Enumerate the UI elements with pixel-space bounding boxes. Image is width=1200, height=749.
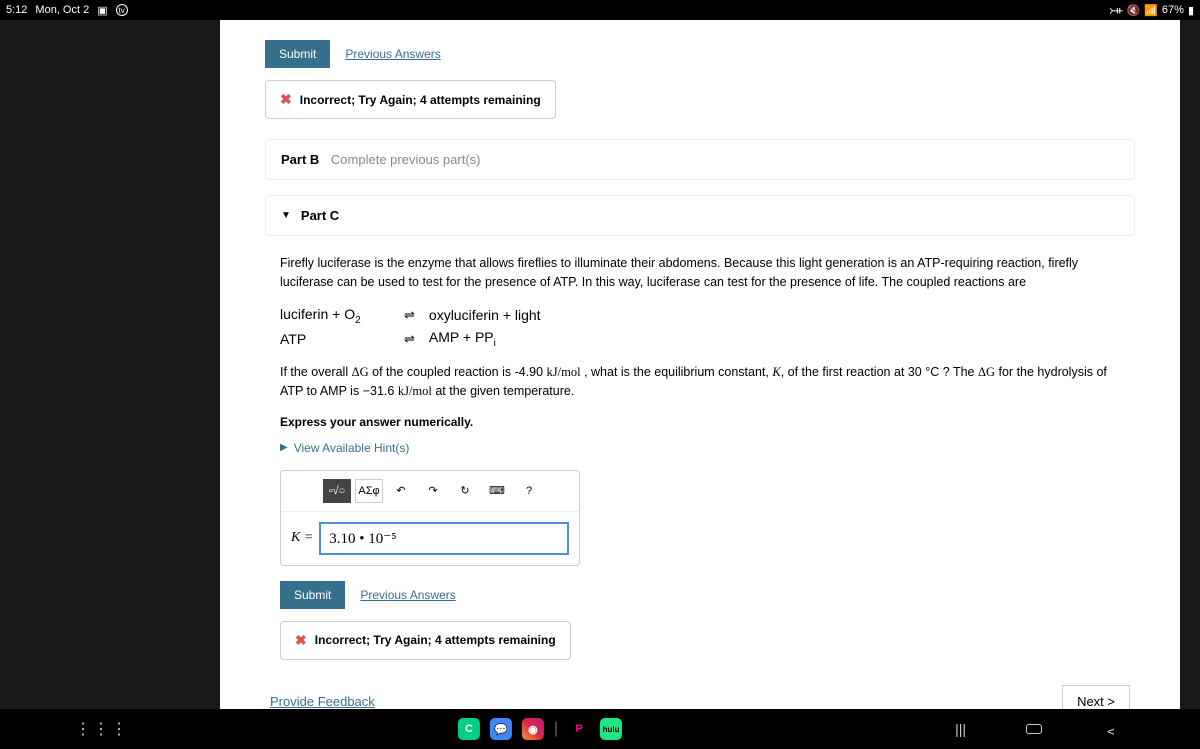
tv-icon: tv	[116, 4, 128, 16]
app-chat-icon[interactable]: 💬	[490, 718, 512, 740]
answer-toolbar: ▫√○ ΑΣφ ↶ ↷ ↻ ⌨ ?	[281, 471, 579, 512]
content-area: Submit Previous Answers ✖ Incorrect; Try…	[220, 20, 1180, 709]
templates-button[interactable]: ▫√○	[323, 479, 351, 503]
home-icon[interactable]	[1026, 724, 1042, 734]
part-b-section: Part B Complete previous part(s)	[265, 139, 1135, 180]
part-c-label: Part C	[301, 208, 339, 223]
equilibrium-icon: ⇌	[404, 331, 415, 347]
bottom-row: Provide Feedback Next >	[270, 685, 1130, 709]
undo-button[interactable]: ↶	[387, 479, 415, 503]
view-hints[interactable]: ▶ View Available Hint(s)	[265, 441, 1135, 455]
part-c-header[interactable]: ▼ Part C	[265, 195, 1135, 236]
provide-feedback-link[interactable]: Provide Feedback	[270, 694, 375, 709]
reset-button[interactable]: ↻	[451, 479, 479, 503]
battery-percent: 67%	[1162, 4, 1184, 16]
status-time: 5:12	[6, 4, 27, 16]
part-a-submit-row: Submit Previous Answers	[265, 40, 1135, 68]
part-c-submit-row: Submit Previous Answers	[280, 581, 1120, 609]
app-hulu-icon[interactable]: hulu	[600, 718, 622, 740]
equation-block: luciferin + O2 ⇌ oxyluciferin + light AT…	[265, 306, 1135, 350]
keyboard-button[interactable]: ⌨	[483, 479, 511, 503]
feedback-text-a: Incorrect; Try Again; 4 attempts remaini…	[300, 93, 541, 107]
previous-answers-a[interactable]: Previous Answers	[345, 47, 440, 61]
battery-icon: ▮	[1188, 4, 1194, 17]
image-icon: ▣	[97, 4, 107, 17]
equilibrium-icon: ⇌	[404, 307, 415, 323]
part-b-label: Part B	[281, 152, 319, 167]
submit-button-a[interactable]: Submit	[265, 40, 330, 68]
app-instagram-icon[interactable]: ◉	[522, 718, 544, 740]
app-p-icon[interactable]: P	[568, 718, 590, 740]
next-button[interactable]: Next >	[1062, 685, 1130, 709]
problem-intro: Firefly luciferase is the enzyme that al…	[265, 254, 1135, 292]
nav-apps: C 💬 ◉ | P hulu	[458, 718, 622, 740]
previous-answers-c[interactable]: Previous Answers	[360, 588, 455, 602]
recents-icon[interactable]: |||	[955, 721, 966, 737]
redo-button[interactable]: ↷	[419, 479, 447, 503]
incorrect-icon: ✖	[295, 632, 307, 649]
help-button[interactable]: ?	[515, 479, 543, 503]
caret-down-icon: ▼	[281, 210, 291, 221]
answer-label: K =	[291, 530, 313, 546]
problem-question: If the overall ΔG of the coupled reactio…	[265, 363, 1135, 401]
wifi-icon: 📶	[1144, 4, 1158, 17]
feedback-box-a: ✖ Incorrect; Try Again; 4 attempts remai…	[265, 80, 556, 119]
answer-box: ▫√○ ΑΣφ ↶ ↷ ↻ ⌨ ? K =	[280, 470, 580, 566]
incorrect-icon: ✖	[280, 91, 292, 108]
express-instruction: Express your answer numerically.	[265, 415, 1135, 429]
apps-menu-icon[interactable]: ⋮⋮⋮	[75, 719, 129, 739]
app-chegg-icon[interactable]: C	[458, 718, 480, 740]
part-b-text: Complete previous part(s)	[331, 152, 481, 167]
feedback-text-c: Incorrect; Try Again; 4 attempts remaini…	[315, 633, 556, 647]
bluetooth-icon: ᚛ᚑ	[1109, 4, 1122, 17]
nav-controls: ||| ﹤	[955, 716, 1120, 742]
submit-button-c[interactable]: Submit	[280, 581, 345, 609]
feedback-box-c: ✖ Incorrect; Try Again; 4 attempts remai…	[280, 621, 571, 660]
status-date: Mon, Oct 2	[35, 4, 89, 16]
status-right: ᚛ᚑ 🔇 📶 67% ▮	[1109, 4, 1194, 17]
caret-right-icon: ▶	[280, 442, 288, 453]
status-bar: 5:12 Mon, Oct 2 ▣ tv ᚛ᚑ 🔇 📶 67% ▮	[0, 0, 1200, 20]
symbols-button[interactable]: ΑΣφ	[355, 479, 383, 503]
status-left: 5:12 Mon, Oct 2 ▣ tv	[6, 4, 128, 17]
nav-bar: ⋮⋮⋮ C 💬 ◉ | P hulu ||| ﹤	[0, 709, 1200, 749]
mute-icon: 🔇	[1127, 4, 1141, 17]
back-icon[interactable]: ﹤	[1102, 716, 1120, 742]
answer-input[interactable]	[319, 522, 569, 555]
